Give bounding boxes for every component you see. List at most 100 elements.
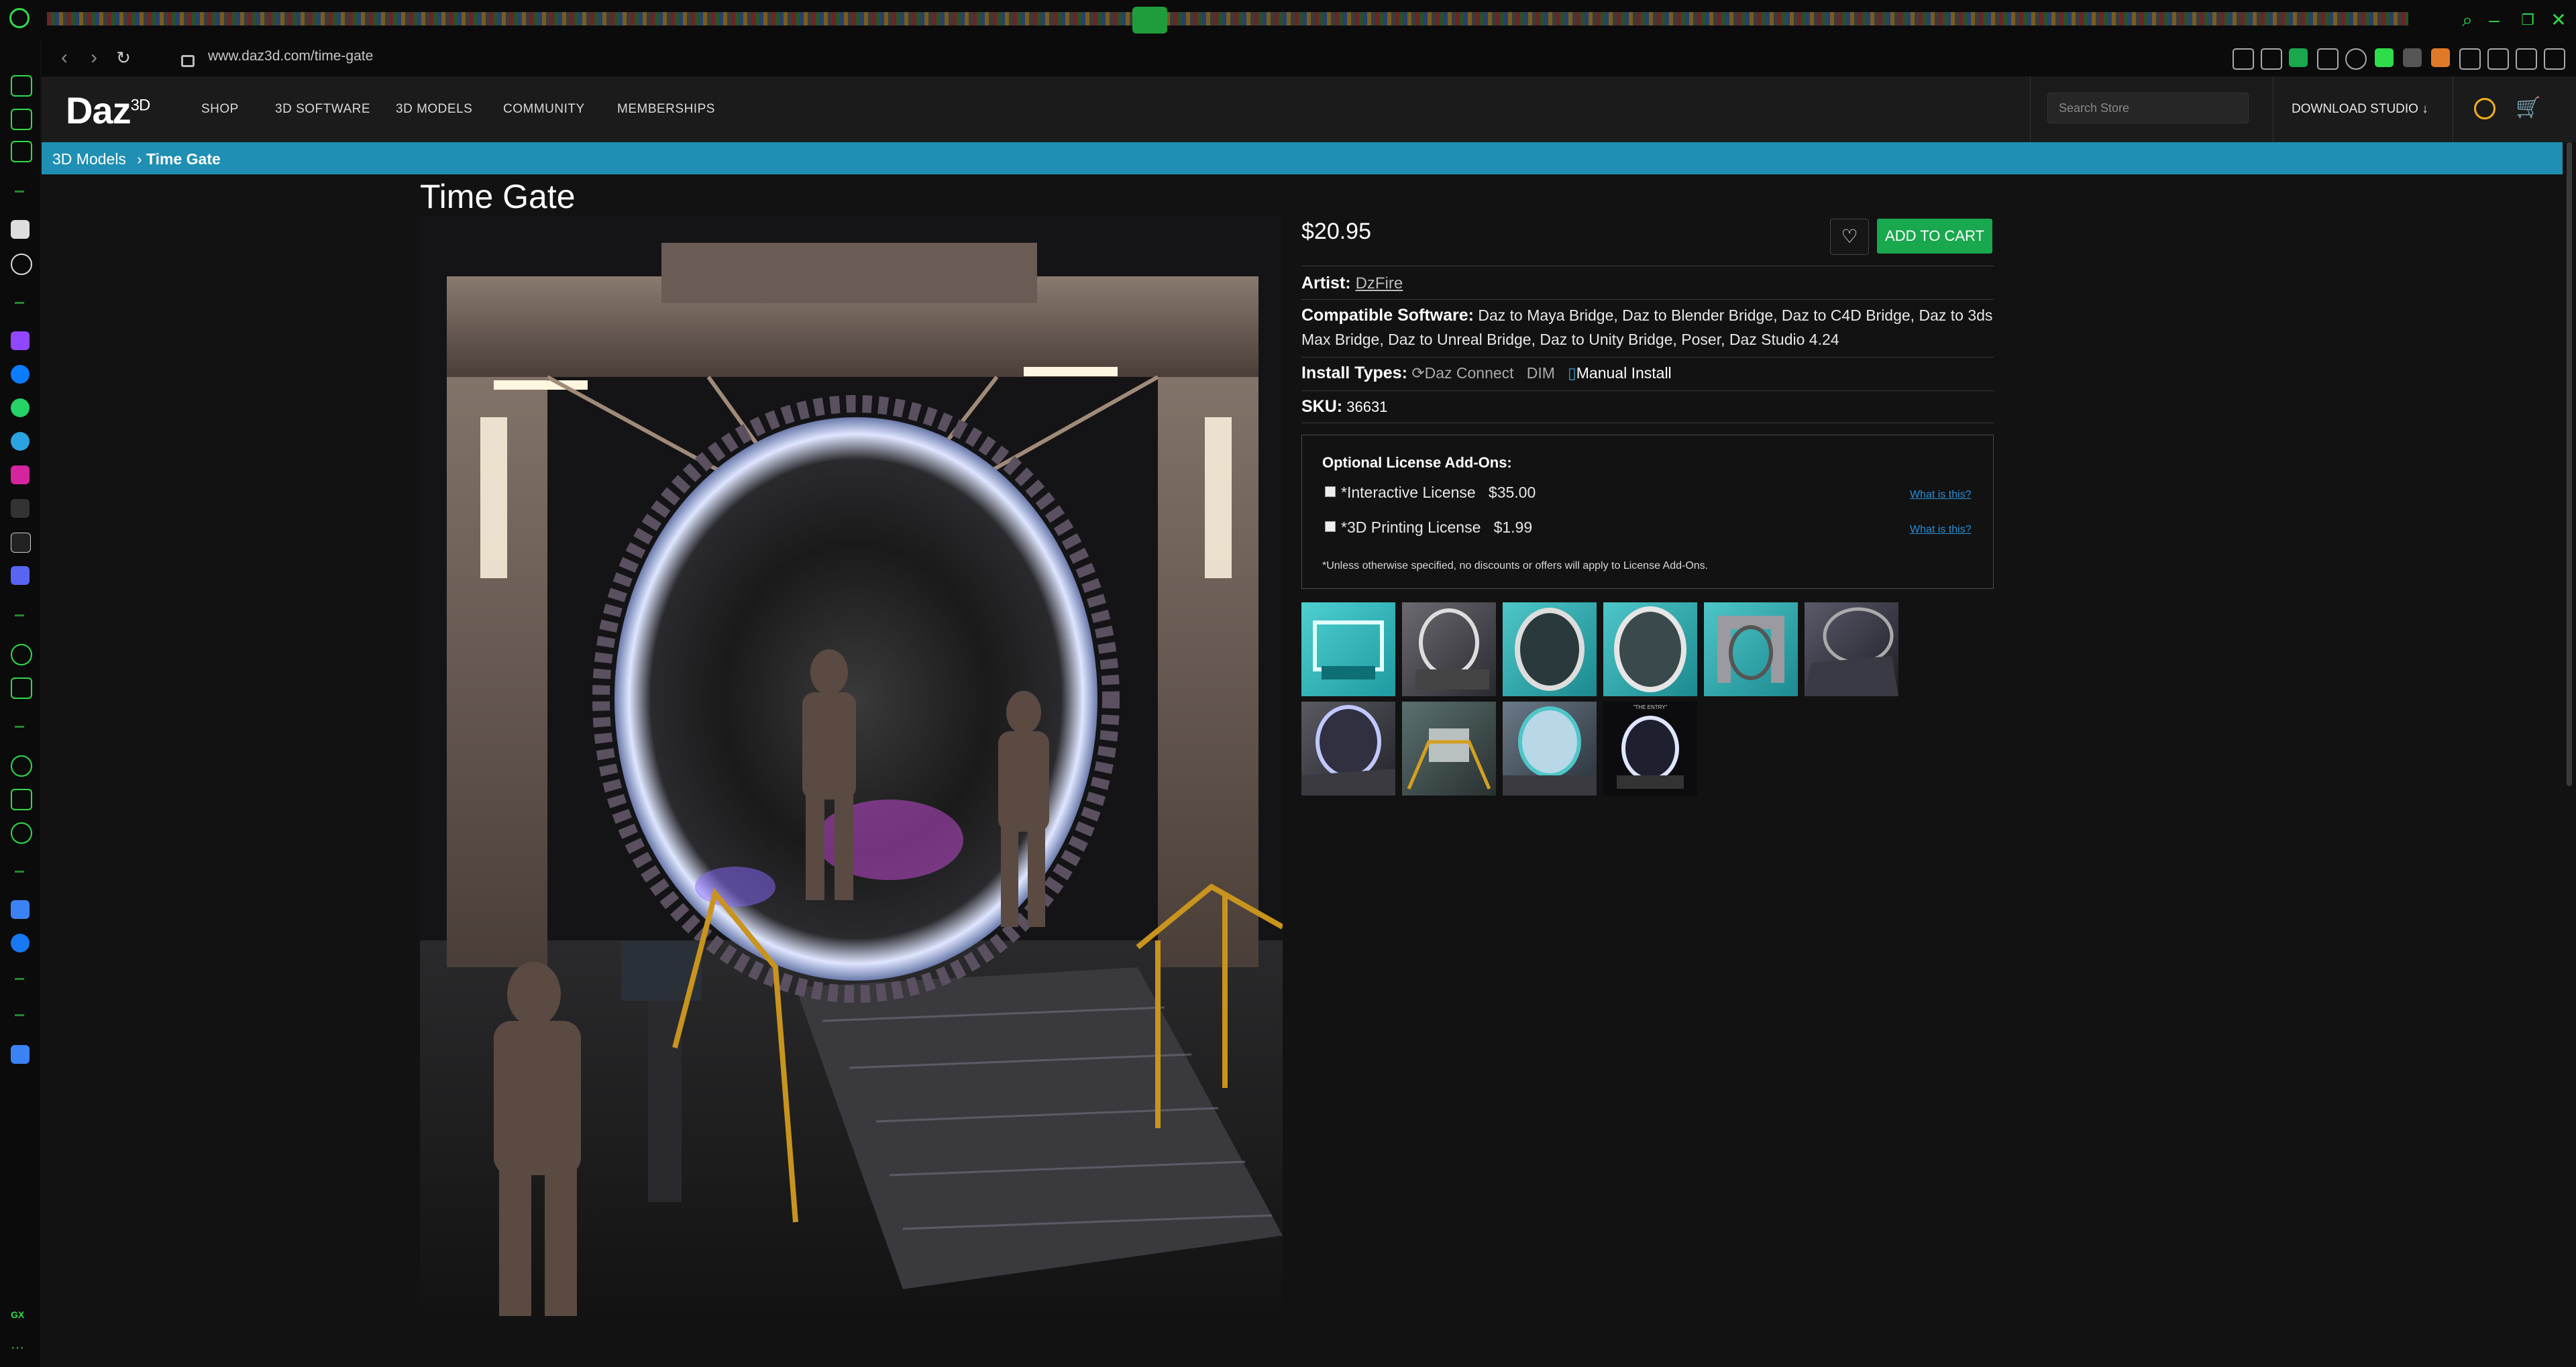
price: $20.95 bbox=[1301, 219, 1371, 244]
cart-icon[interactable]: 🛒 bbox=[2516, 98, 2540, 118]
thumb-render bbox=[1614, 606, 1686, 692]
nav-3d-models[interactable]: 3D MODELS bbox=[396, 102, 472, 117]
divider bbox=[1301, 390, 1994, 391]
nav-community[interactable]: COMMUNITY bbox=[503, 102, 585, 117]
active-tab[interactable] bbox=[1132, 7, 1167, 34]
gear-icon[interactable] bbox=[11, 822, 32, 844]
x-icon[interactable] bbox=[11, 533, 31, 553]
snapshot-icon[interactable] bbox=[2261, 48, 2282, 70]
thumbnail[interactable] bbox=[1805, 602, 1898, 696]
compatible-label: Compatible Software: bbox=[1301, 306, 1474, 325]
close-icon[interactable]: ✕ bbox=[2546, 8, 2571, 32]
sidebar-divider bbox=[15, 190, 24, 193]
sidebar-divider bbox=[15, 726, 24, 728]
connect-icon: ⟳ bbox=[1411, 364, 1425, 382]
daz-logo[interactable]: Daz3D bbox=[66, 89, 150, 132]
tiktok-icon[interactable] bbox=[11, 499, 30, 518]
license-price: $35.00 bbox=[1488, 484, 1536, 501]
whatsapp-icon[interactable] bbox=[11, 398, 30, 417]
thumbnail[interactable] bbox=[1402, 702, 1496, 796]
thumbnail[interactable] bbox=[1704, 602, 1798, 696]
thumb-render bbox=[1503, 706, 1597, 796]
minimize-icon[interactable]: – bbox=[2482, 8, 2506, 32]
compatible-software: Compatible Software: Daz to Maya Bridge,… bbox=[1301, 303, 1994, 351]
play-icon[interactable] bbox=[2317, 48, 2339, 70]
install-types-row: Install Types: ⟳Daz Connect DIM ▯Manual … bbox=[1301, 361, 1672, 385]
gx-icon[interactable]: GX bbox=[11, 1309, 30, 1328]
tab-strip[interactable] bbox=[47, 12, 2408, 25]
extension-orange-icon[interactable] bbox=[2431, 48, 2450, 67]
wishlist-heart-icon[interactable]: ♡ bbox=[1830, 219, 1869, 255]
facebook-icon[interactable] bbox=[11, 934, 30, 952]
account-icon[interactable] bbox=[2474, 98, 2496, 119]
what-is-this-link[interactable]: What is this? bbox=[1910, 524, 1972, 536]
sidebar-icon[interactable] bbox=[11, 220, 30, 239]
opera-gx-logo-icon[interactable] bbox=[9, 8, 30, 28]
twitch-icon[interactable] bbox=[11, 331, 30, 350]
sidebar-divider bbox=[15, 302, 24, 304]
instagram-icon[interactable] bbox=[11, 466, 30, 484]
browser-tab-bar: ⌕ – ❐ ✕ bbox=[0, 0, 2576, 39]
artist-label: Artist: bbox=[1301, 274, 1351, 292]
license-name: *Interactive License bbox=[1341, 484, 1476, 501]
menu-icon[interactable] bbox=[2544, 48, 2565, 70]
download-icon[interactable] bbox=[2516, 48, 2537, 70]
nav-3d-software[interactable]: 3D SOFTWARE bbox=[275, 102, 370, 117]
sidebar-icon[interactable] bbox=[11, 109, 32, 130]
extension-green-icon[interactable] bbox=[2375, 48, 2394, 67]
telegram-icon[interactable] bbox=[11, 432, 30, 451]
sku-value: 36631 bbox=[1346, 398, 1388, 415]
history-icon[interactable] bbox=[11, 755, 32, 777]
send-icon[interactable] bbox=[11, 677, 32, 699]
shield-icon[interactable] bbox=[2289, 48, 2308, 67]
thumb-caption: "THE ENTRY" bbox=[1633, 704, 1668, 710]
thumbnail[interactable] bbox=[1503, 602, 1597, 696]
extensions-icon[interactable] bbox=[11, 789, 32, 810]
extension-icon[interactable] bbox=[2403, 48, 2422, 67]
license-addons-box: Optional License Add-Ons: *Interactive L… bbox=[1301, 435, 1994, 589]
discord-icon[interactable] bbox=[11, 566, 30, 585]
add-to-cart-button[interactable]: ADD TO CART bbox=[1877, 219, 1992, 254]
search-tabs-icon[interactable]: ⌕ bbox=[2455, 8, 2479, 32]
artist-link[interactable]: DzFire bbox=[1356, 274, 1403, 292]
sidebar-divider bbox=[15, 871, 24, 873]
scrollbar-thumb[interactable] bbox=[2567, 142, 2572, 786]
gx-sidebar: GX ··· bbox=[0, 39, 40, 1367]
thumbnail[interactable] bbox=[1402, 602, 1496, 696]
install-manual: Manual Install bbox=[1576, 364, 1672, 382]
printing-license-checkbox[interactable] bbox=[1325, 521, 1336, 532]
heart-icon[interactable] bbox=[2345, 48, 2367, 70]
back-icon[interactable]: ‹ bbox=[52, 46, 76, 70]
app-icon[interactable] bbox=[11, 1045, 30, 1064]
thumbnail[interactable]: "THE ENTRY" bbox=[1603, 702, 1697, 796]
what-is-this-link[interactable]: What is this? bbox=[1910, 489, 1972, 501]
sidebar-icon[interactable] bbox=[11, 75, 32, 97]
player-icon[interactable] bbox=[11, 644, 32, 665]
thumbnail[interactable] bbox=[1603, 602, 1697, 696]
url-field[interactable]: www.daz3d.com/time-gate bbox=[208, 48, 373, 64]
arrow-down-icon: ↓ bbox=[2422, 102, 2428, 116]
forward-icon[interactable]: › bbox=[82, 46, 106, 70]
app-icon[interactable] bbox=[11, 900, 30, 919]
restore-icon[interactable]: ❐ bbox=[2516, 8, 2540, 32]
nav-shop[interactable]: SHOP bbox=[201, 102, 239, 117]
nav-memberships[interactable]: MEMBERSHIPS bbox=[617, 102, 715, 117]
profile-icon[interactable] bbox=[2487, 48, 2509, 70]
more-icon[interactable]: ··· bbox=[11, 1340, 30, 1359]
messenger-icon[interactable] bbox=[11, 365, 30, 384]
thumb-render bbox=[1313, 620, 1384, 679]
sidebar-icon[interactable] bbox=[11, 141, 32, 162]
reload-icon[interactable]: ↻ bbox=[111, 46, 136, 70]
search-input[interactable]: Search Store bbox=[2047, 93, 2249, 123]
thumbnail[interactable] bbox=[1503, 702, 1597, 796]
product-main-image[interactable] bbox=[420, 216, 1283, 1339]
interactive-license-checkbox[interactable] bbox=[1325, 486, 1336, 497]
puzzle-icon[interactable] bbox=[2459, 48, 2481, 70]
thumbnail[interactable] bbox=[1301, 702, 1395, 796]
download-studio-button[interactable]: DOWNLOAD STUDIO ↓ bbox=[2292, 102, 2428, 117]
thumb-render bbox=[1515, 608, 1585, 691]
breadcrumb-parent[interactable]: 3D Models bbox=[52, 150, 126, 168]
bookmark-icon[interactable] bbox=[2233, 48, 2254, 70]
thumbnail[interactable] bbox=[1301, 602, 1395, 696]
settings-icon[interactable] bbox=[11, 254, 32, 275]
